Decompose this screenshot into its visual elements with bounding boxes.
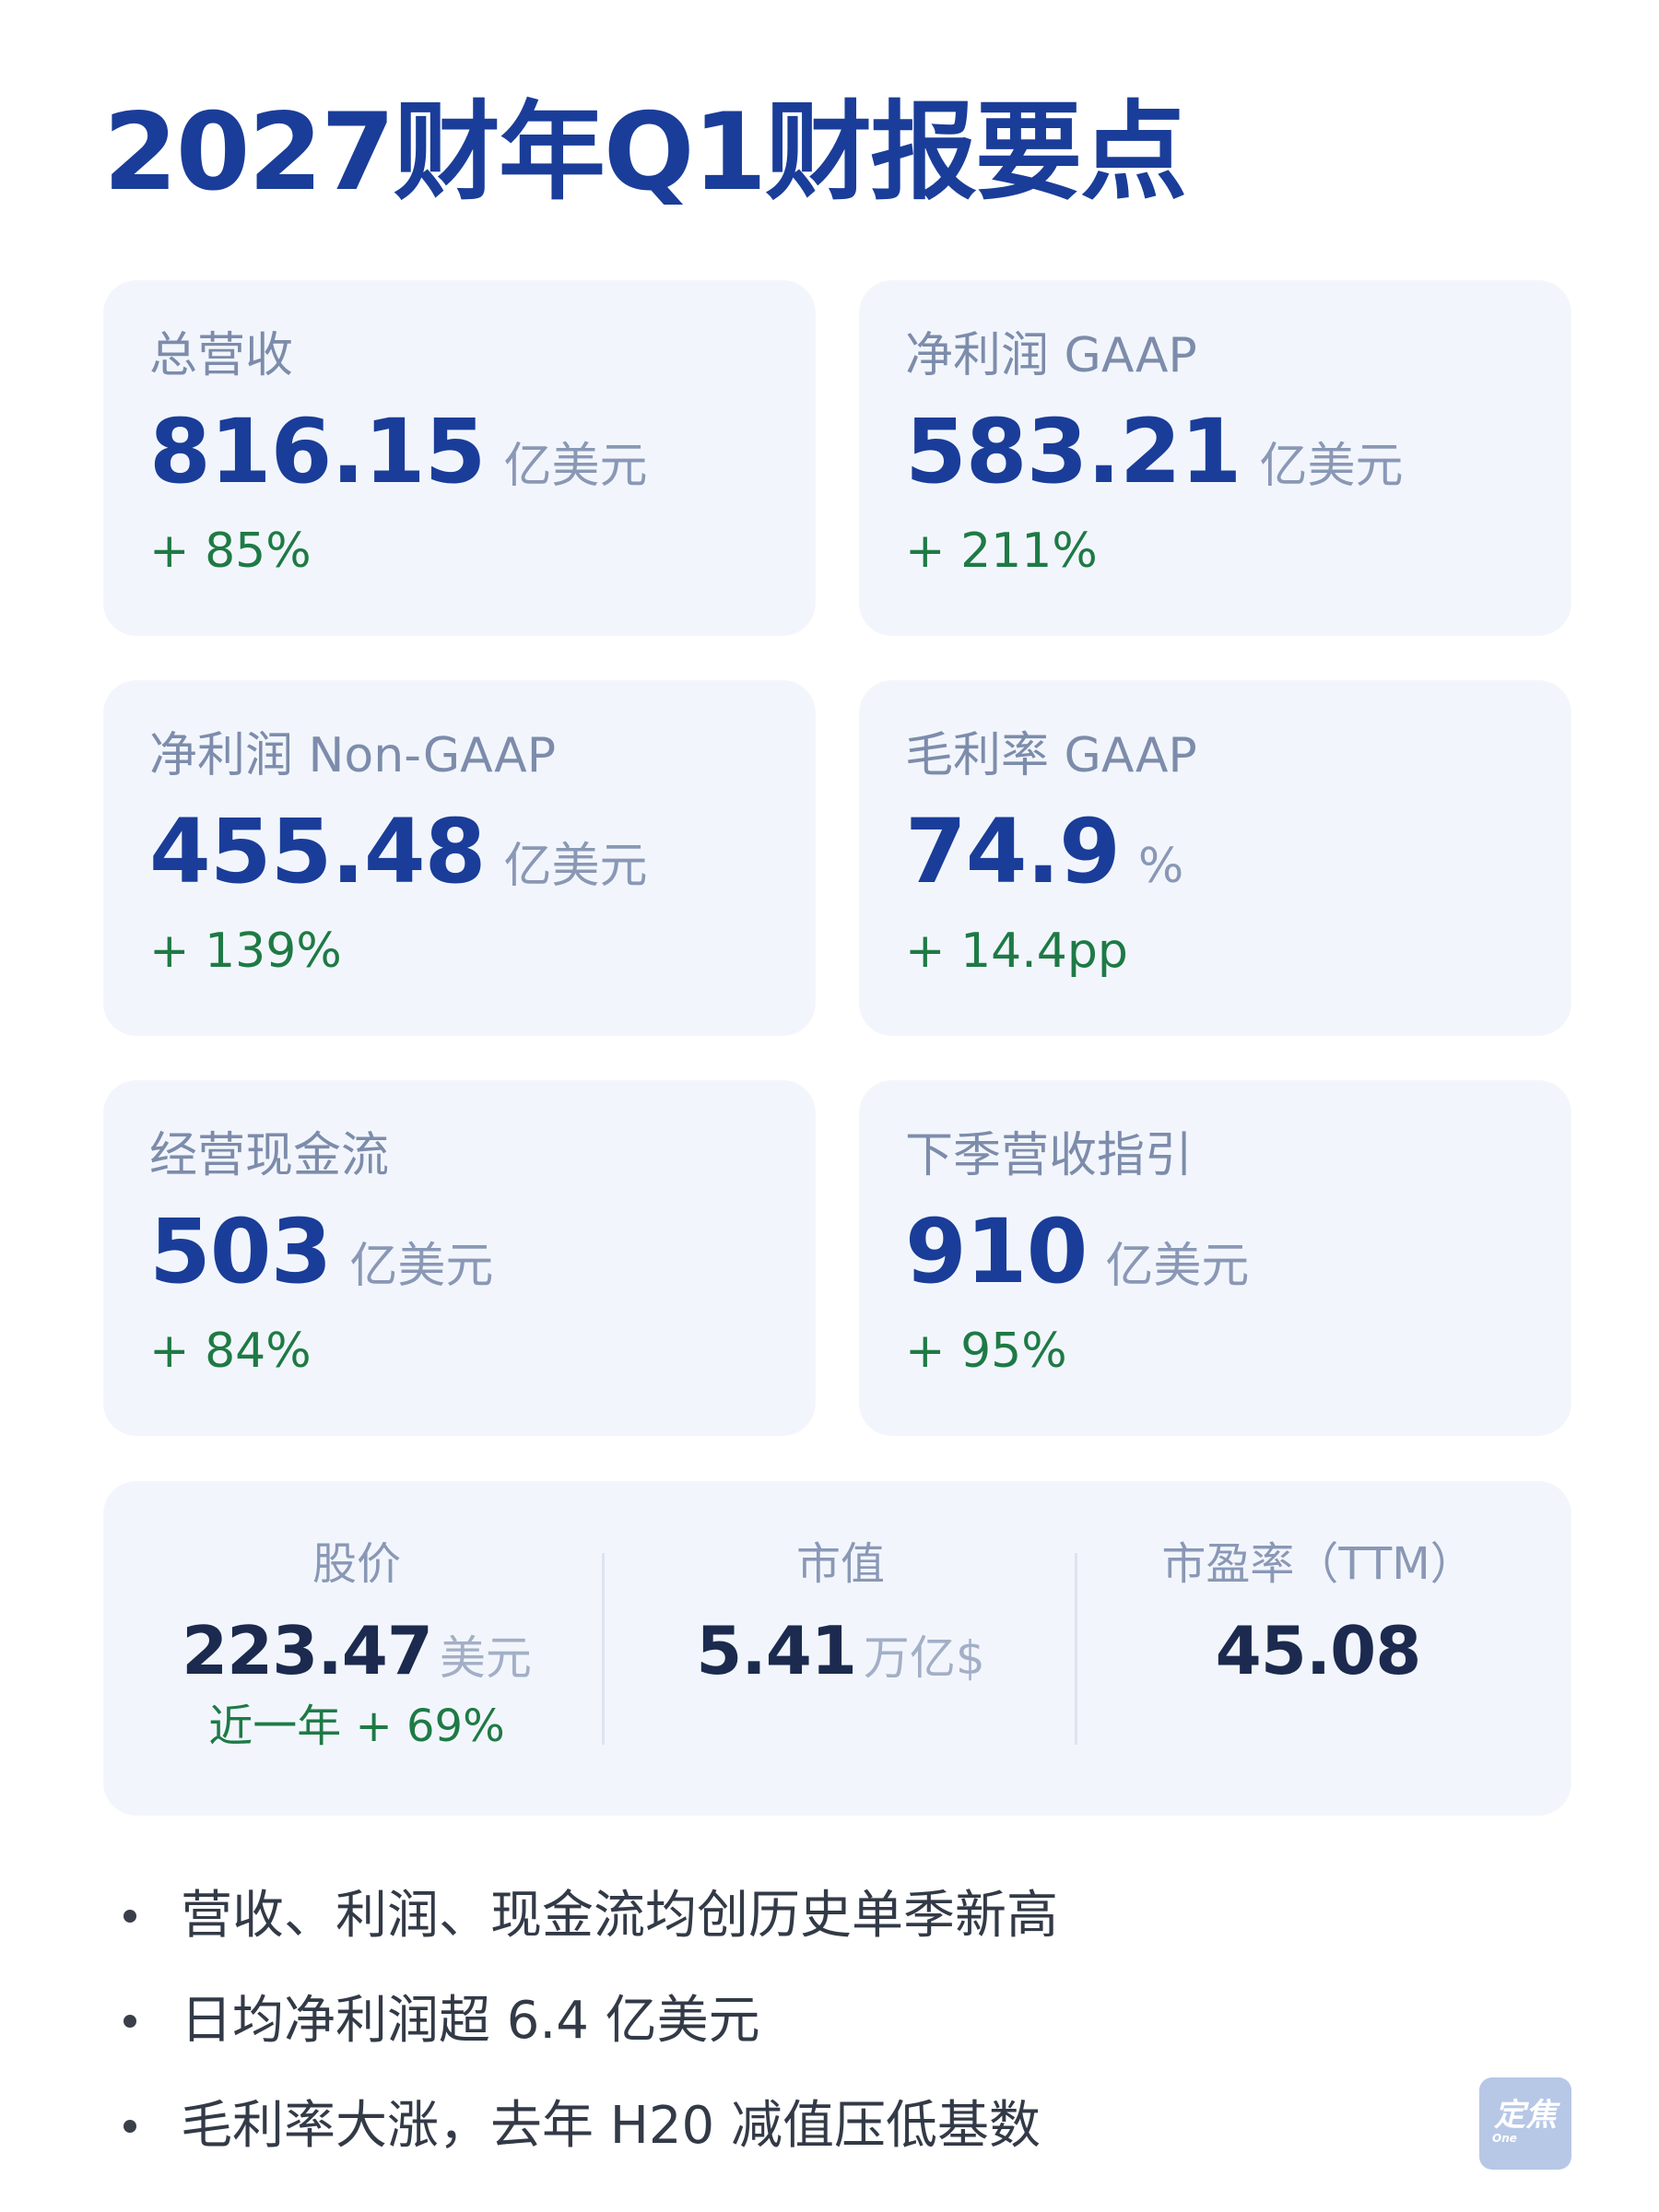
metric-value: 74.9: [905, 800, 1121, 903]
list-item-text: 营收、利润、现金流均创历史单季新高: [181, 1886, 1058, 1946]
list-item: 毛利率大涨，去年 H20 减值压低基数: [120, 2074, 1058, 2179]
list-item: 营收、利润、现金流均创历史单季新高: [120, 1864, 1058, 1969]
metric-value-row: 910 亿美元: [905, 1207, 1571, 1296]
metric-change: + 14.4pp: [905, 924, 1128, 979]
metric-value-row: 816.15 亿美元: [149, 407, 816, 496]
metric-value-row: 583.21 亿美元: [905, 407, 1571, 496]
stat-value-row: 45.08: [1078, 1618, 1558, 1684]
metric-value: 503: [149, 1200, 332, 1303]
metric-value: 583.21: [905, 400, 1241, 503]
metric-unit: 亿美元: [349, 1239, 494, 1294]
stat-value: 45.08: [1215, 1612, 1422, 1689]
bullet-dot-icon: [124, 1910, 136, 1923]
metric-change: + 85%: [149, 524, 312, 579]
metric-value: 910: [905, 1200, 1088, 1303]
stat-divider: [602, 1553, 605, 1745]
market-stats-panel: 股价 223.47 美元 近一年 + 69% 市值 5.41 万亿$ 市盈率（TTM…: [103, 1481, 1571, 1816]
stat-label: 市盈率（TTM）: [1161, 1538, 1475, 1590]
bullet-dot-icon: [124, 2015, 136, 2028]
metric-value-row: 503 亿美元: [149, 1207, 816, 1296]
metric-change: + 84%: [149, 1324, 312, 1379]
brand-logo-subtext: One: [1492, 2132, 1517, 2145]
stat-value-row: 5.41 万亿$: [606, 1618, 1076, 1684]
bullet-dot-icon: [124, 2120, 136, 2133]
metric-label: 净利润 Non-GAAP: [149, 728, 557, 783]
metric-card-revenue-guidance: 下季营收指引 910 亿美元 + 95%: [859, 1080, 1571, 1436]
metric-unit: 亿美元: [503, 439, 648, 494]
stat-pe-ratio: 市盈率（TTM） 45.08: [1078, 1542, 1558, 1684]
metric-unit: 亿美元: [1105, 1239, 1250, 1294]
metric-unit: %: [1137, 839, 1184, 894]
metric-value: 455.48: [149, 800, 486, 903]
metric-change: + 95%: [905, 1324, 1067, 1379]
stat-stock-price: 股价 223.47 美元 近一年 + 69%: [103, 1542, 610, 1748]
stat-change: 近一年 + 69%: [208, 1700, 505, 1752]
metric-label: 下季营收指引: [905, 1128, 1194, 1183]
brand-logo: 定焦 One: [1479, 2077, 1571, 2170]
highlights-list: 营收、利润、现金流均创历史单季新高 日均净利润超 6.4 亿美元 毛利率大涨，去…: [120, 1864, 1058, 2179]
stat-unit: 万亿$: [863, 1631, 985, 1685]
metric-label: 经营现金流: [149, 1128, 390, 1183]
page-title: 2027财年Q1财报要点: [103, 90, 1187, 215]
metric-change: + 211%: [905, 524, 1098, 579]
metric-card-net-income-gaap: 净利润 GAAP 583.21 亿美元 + 211%: [859, 280, 1571, 636]
metrics-grid: 总营收 816.15 亿美元 + 85% 净利润 GAAP 583.21 亿美元 +…: [103, 280, 1571, 1436]
metric-label: 净利润 GAAP: [905, 328, 1197, 383]
metric-card-operating-cash-flow: 经营现金流 503 亿美元 + 84%: [103, 1080, 816, 1436]
stat-market-cap: 市值 5.41 万亿$: [606, 1542, 1076, 1684]
brand-logo-text: 定焦: [1494, 2097, 1557, 2134]
list-item-text: 日均净利润超 6.4 亿美元: [181, 1991, 760, 2051]
stat-value: 5.41: [696, 1612, 857, 1689]
metric-label: 总营收: [149, 328, 294, 383]
metric-card-net-income-non-gaap: 净利润 Non-GAAP 455.48 亿美元 + 139%: [103, 680, 816, 1036]
list-item: 日均净利润超 6.4 亿美元: [120, 1969, 1058, 2074]
metric-value-row: 455.48 亿美元: [149, 807, 816, 896]
metric-label: 毛利率 GAAP: [905, 728, 1197, 783]
metric-value-row: 74.9%: [905, 807, 1571, 896]
metric-card-revenue: 总营收 816.15 亿美元 + 85%: [103, 280, 816, 636]
metric-unit: 亿美元: [503, 839, 648, 894]
stat-label: 市值: [795, 1538, 885, 1590]
metric-unit: 亿美元: [1259, 439, 1404, 494]
list-item-text: 毛利率大涨，去年 H20 减值压低基数: [181, 2096, 1041, 2156]
stat-value: 223.47: [182, 1612, 433, 1689]
metric-change: + 139%: [149, 924, 342, 979]
stat-label: 股价: [312, 1538, 401, 1590]
metric-value: 816.15: [149, 400, 486, 503]
stat-divider: [1075, 1553, 1077, 1745]
stat-unit: 美元: [439, 1631, 532, 1685]
metric-card-gross-margin: 毛利率 GAAP 74.9% + 14.4pp: [859, 680, 1571, 1036]
stat-value-row: 223.47 美元: [103, 1618, 610, 1684]
